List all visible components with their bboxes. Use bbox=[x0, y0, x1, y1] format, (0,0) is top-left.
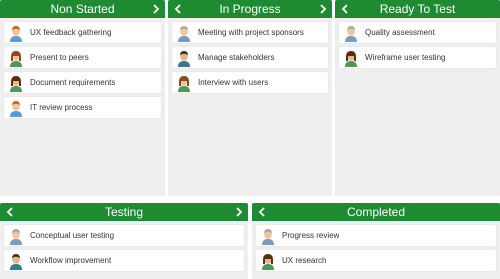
task-card[interactable]: Present to peers bbox=[4, 47, 161, 68]
column-title: Ready To Test bbox=[379, 2, 456, 16]
task-card[interactable]: Manage stakeholders bbox=[172, 47, 328, 68]
task-label: Meeting with project sponsors bbox=[198, 28, 304, 37]
column-header: Non Started bbox=[0, 0, 165, 18]
column-header: Completed bbox=[252, 203, 500, 221]
chevron-left-icon[interactable] bbox=[254, 203, 268, 221]
task-label: Quality assessment bbox=[365, 28, 435, 37]
column-header: Testing bbox=[0, 203, 248, 221]
man-gray-hair-avatar bbox=[176, 24, 192, 42]
task-label: UX feedback gathering bbox=[30, 28, 112, 37]
column-title: In Progress bbox=[219, 2, 281, 16]
woman-dark-hair-avatar bbox=[343, 49, 359, 67]
man-gray-hair-avatar bbox=[260, 227, 276, 245]
man-orange-hair-avatar bbox=[8, 24, 24, 42]
chevron-right-icon[interactable] bbox=[316, 0, 330, 18]
chevron-left-icon[interactable] bbox=[337, 0, 351, 18]
woman-dark-hair-avatar bbox=[8, 74, 24, 92]
column-in-progress: In Progress Meeting with project sponsor… bbox=[168, 0, 332, 196]
task-label: Wireframe user testing bbox=[365, 53, 446, 62]
task-label: UX research bbox=[282, 256, 327, 265]
task-label: Present to peers bbox=[30, 53, 89, 62]
column-header: In Progress bbox=[168, 0, 332, 18]
task-card[interactable]: Progress review bbox=[256, 225, 496, 246]
task-label: Workflow improvement bbox=[30, 256, 112, 265]
task-card[interactable]: Workflow improvement bbox=[4, 250, 244, 271]
man-dark-hair-avatar bbox=[176, 49, 192, 67]
column-non-started: Non Started UX feedback gathering Presen… bbox=[0, 0, 165, 196]
task-card[interactable]: Document requirements bbox=[4, 72, 161, 93]
man-dark-hair-avatar bbox=[8, 252, 24, 270]
task-label: Interview with users bbox=[198, 78, 269, 87]
column-ready-to-test: Ready To Test Quality assessment Wirefra… bbox=[335, 0, 500, 196]
task-card[interactable]: Meeting with project sponsors bbox=[172, 22, 328, 43]
task-label: Document requirements bbox=[30, 78, 116, 87]
column-title: Testing bbox=[104, 205, 144, 219]
man-gray-hair-avatar bbox=[8, 227, 24, 245]
column-testing: Testing Conceptual user testing Workflow… bbox=[0, 203, 248, 279]
man-gray-hair-avatar bbox=[343, 24, 359, 42]
chevron-right-icon[interactable] bbox=[149, 0, 163, 18]
column-title: Completed bbox=[346, 205, 406, 219]
man-orange-hair-avatar bbox=[8, 99, 24, 117]
column-header: Ready To Test bbox=[335, 0, 500, 18]
woman-brown-hair-avatar bbox=[176, 74, 192, 92]
task-card[interactable]: Interview with users bbox=[172, 72, 328, 93]
chevron-left-icon[interactable] bbox=[2, 203, 16, 221]
task-label: Conceptual user testing bbox=[30, 231, 115, 240]
chevron-left-icon[interactable] bbox=[170, 0, 184, 18]
woman-brown-hair-avatar bbox=[8, 49, 24, 67]
column-completed: Completed Progress review UX research bbox=[252, 203, 500, 279]
task-card[interactable]: IT review process bbox=[4, 97, 161, 118]
task-card[interactable]: Wireframe user testing bbox=[339, 47, 496, 68]
task-card[interactable]: Quality assessment bbox=[339, 22, 496, 43]
task-card[interactable]: UX feedback gathering bbox=[4, 22, 161, 43]
task-label: IT review process bbox=[30, 103, 93, 112]
chevron-right-icon[interactable] bbox=[232, 203, 246, 221]
task-card[interactable]: UX research bbox=[256, 250, 496, 271]
task-label: Progress review bbox=[282, 231, 340, 240]
column-title: Non Started bbox=[50, 2, 115, 16]
task-card[interactable]: Conceptual user testing bbox=[4, 225, 244, 246]
woman-dark-hair-avatar bbox=[260, 252, 276, 270]
task-label: Manage stakeholders bbox=[198, 53, 275, 62]
